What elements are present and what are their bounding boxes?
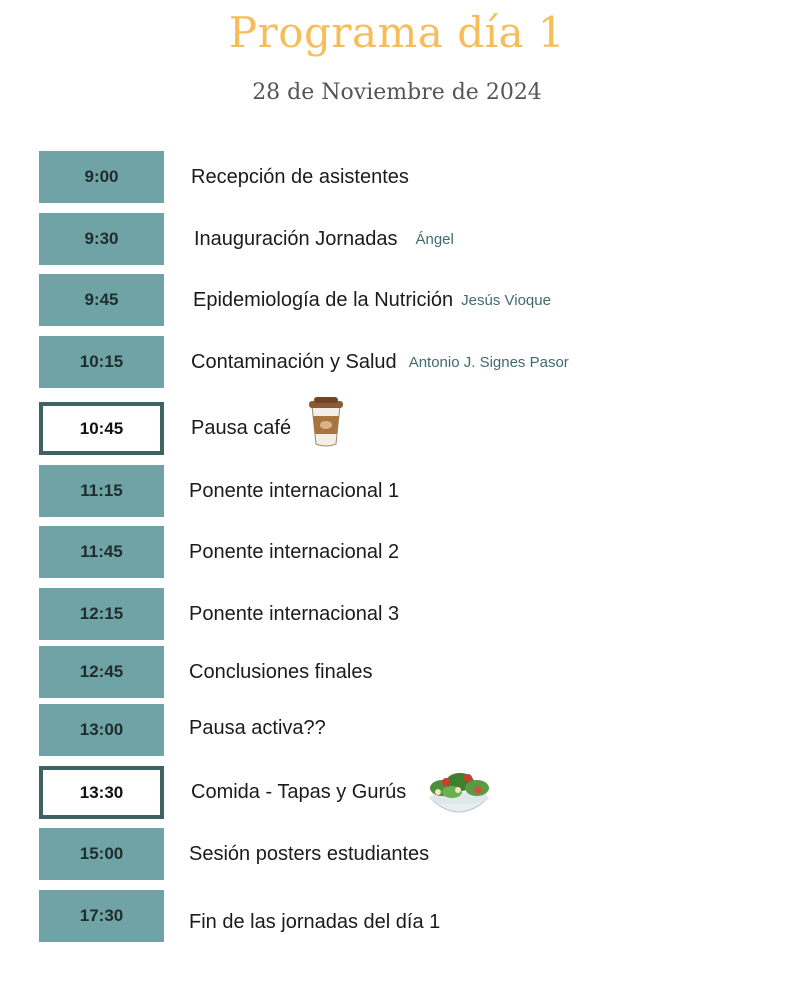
time-block-highlight: 13:30 [39, 766, 164, 819]
session-title-text: Inauguración Jornadas [194, 227, 398, 250]
schedule-row: 17:30 Fin de las jornadas del día 1 [0, 890, 794, 942]
session-title-text: Comida - Tapas y Gurús [191, 781, 407, 803]
time-block: 11:45 [39, 526, 164, 578]
time-block: 9:45 [39, 274, 164, 326]
session-title-text: Ponente internacional 3 [189, 602, 400, 625]
event-date: 28 de Noviembre de 2024 [252, 80, 542, 105]
time-block: 13:00 [39, 704, 164, 756]
session-title: Sesión posters estudiantes [189, 828, 429, 880]
time-block: 10:15 [39, 336, 164, 388]
schedule-row-break: 10:45 Pausa café [0, 397, 794, 455]
session-title: Ponente internacional 2 [189, 526, 399, 578]
coffee-cup-icon [309, 397, 343, 447]
schedule-row: 12:15 Ponente internacional 3 [0, 588, 794, 640]
schedule-row: 11:45 Ponente internacional 2 [0, 526, 794, 578]
session-title: Contaminación y Salud Antonio J. Signes … [191, 336, 569, 388]
session-title-text: Pausa café [191, 417, 292, 439]
session-title-text: Fin de las jornadas del día 1 [189, 910, 441, 933]
session-title: Comida - Tapas y Gurús [191, 766, 406, 819]
session-title-text: Conclusiones finales [189, 660, 373, 683]
schedule-row: 9:45 Epidemiología de la Nutrición Jesús… [0, 274, 794, 326]
page-title: Programa día 1 [228, 8, 566, 57]
schedule-row: 12:45 Conclusiones finales [0, 646, 794, 698]
time-block: 11:15 [39, 465, 164, 517]
time-block-highlight: 10:45 [39, 402, 164, 455]
session-title-text: Epidemiología de la Nutrición [193, 288, 454, 311]
time-block: 17:30 [39, 890, 164, 942]
schedule-row: 13:00 Pausa activa?? [0, 704, 794, 756]
schedule-row: 10:15 Contaminación y Salud Antonio J. S… [0, 336, 794, 388]
time-block: 12:15 [39, 588, 164, 640]
session-title-text: Contaminación y Salud [191, 350, 397, 373]
schedule-row-break: 13:30 Comida - Tapas y Gurús [0, 766, 794, 819]
speaker-name: Ángel [415, 230, 454, 248]
schedule-row: 9:30 Inauguración Jornadas Ángel [0, 213, 794, 265]
session-title: Pausa café [191, 402, 291, 455]
schedule-row: 11:15 Ponente internacional 1 [0, 465, 794, 517]
schedule-row: 15:00 Sesión posters estudiantes [0, 828, 794, 880]
session-title: Pausa activa?? [189, 704, 326, 752]
speaker-name: Jesús Vioque [461, 291, 551, 309]
session-title: Recepción de asistentes [191, 151, 409, 203]
session-title: Ponente internacional 1 [189, 465, 399, 517]
session-title-text: Recepción de asistentes [191, 165, 409, 188]
time-block: 9:00 [39, 151, 164, 203]
session-title-text: Sesión posters estudiantes [189, 842, 430, 865]
session-title: Ponente internacional 3 [189, 588, 399, 640]
session-title-text: Ponente internacional 2 [189, 540, 400, 563]
session-title: Epidemiología de la Nutrición Jesús Vioq… [193, 274, 551, 326]
speaker-name: Antonio J. Signes Pasor [408, 353, 569, 371]
session-title: Conclusiones finales [189, 646, 372, 698]
salad-bowl-icon [428, 773, 490, 813]
time-block: 9:30 [39, 213, 164, 265]
session-title: Fin de las jornadas del día 1 [189, 902, 440, 942]
time-block: 15:00 [39, 828, 164, 880]
session-title-text: Ponente internacional 1 [189, 479, 400, 502]
session-title-text: Pausa activa?? [189, 716, 326, 739]
time-block: 12:45 [39, 646, 164, 698]
schedule-row: 9:00 Recepción de asistentes [0, 151, 794, 203]
session-title: Inauguración Jornadas Ángel [194, 213, 454, 265]
